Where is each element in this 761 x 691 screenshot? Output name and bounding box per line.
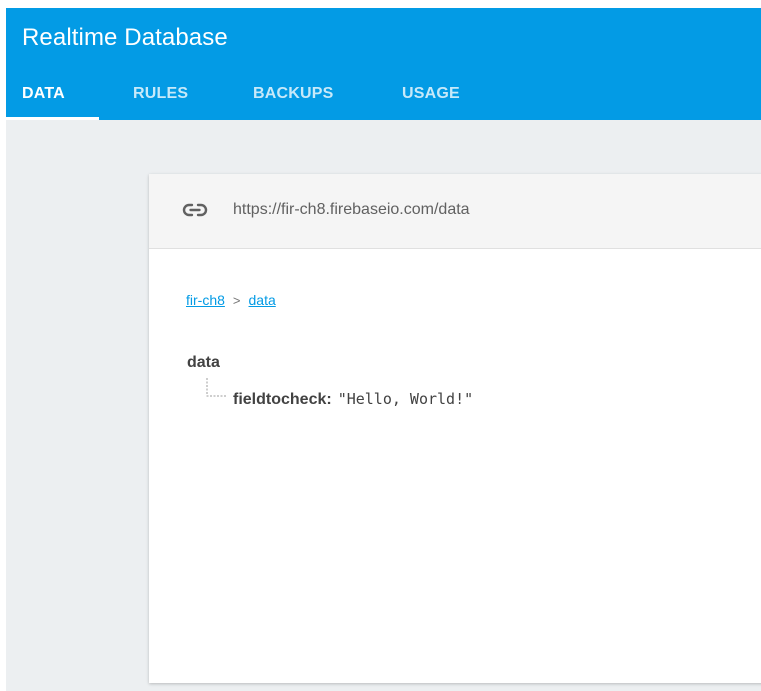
tab-backups[interactable]: BACKUPS [253, 74, 334, 120]
app-header: Realtime Database DATA RULES BACKUPS USA… [6, 8, 761, 120]
tree-root-node[interactable]: data [187, 354, 220, 372]
tree-child-node[interactable]: fieldtocheck: "Hello, World!" [233, 390, 473, 409]
link-icon[interactable] [182, 201, 208, 219]
data-panel: https://fir-ch8.firebaseio.com/data fir-… [149, 174, 761, 683]
tab-bar: DATA RULES BACKUPS USAGE [6, 74, 761, 120]
database-url[interactable]: https://fir-ch8.firebaseio.com/data [233, 201, 470, 219]
url-bar: https://fir-ch8.firebaseio.com/data [149, 174, 761, 249]
tab-data[interactable]: DATA [22, 74, 65, 120]
tree-connector [205, 378, 227, 400]
tab-usage[interactable]: USAGE [402, 74, 460, 120]
active-tab-indicator [6, 117, 99, 120]
breadcrumb: fir-ch8 > data [186, 292, 276, 308]
app-window: Realtime Database DATA RULES BACKUPS USA… [6, 8, 761, 691]
page-title: Realtime Database [22, 24, 228, 51]
breadcrumb-separator: > [232, 293, 241, 308]
breadcrumb-root-link[interactable]: fir-ch8 [186, 292, 225, 308]
tab-rules[interactable]: RULES [133, 74, 188, 120]
breadcrumb-data-link[interactable]: data [249, 292, 276, 308]
tree-node-value[interactable]: "Hello, World!" [338, 390, 473, 408]
tree-node-key: fieldtocheck: [233, 391, 332, 408]
